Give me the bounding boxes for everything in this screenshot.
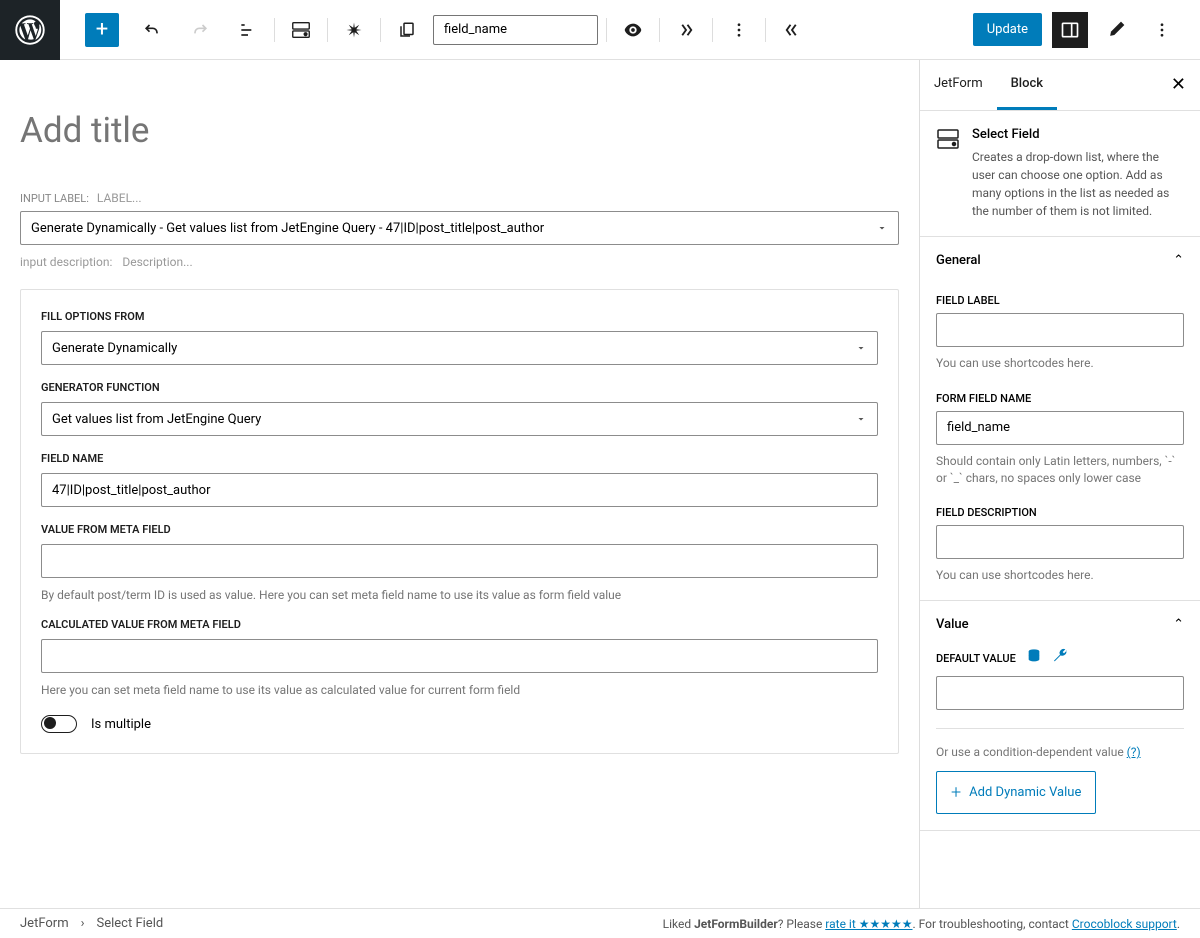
close-sidebar-icon[interactable]: ✕ — [1157, 60, 1200, 110]
field-name-label: Field Name — [41, 452, 878, 465]
calc-value-input[interactable] — [41, 639, 878, 673]
settings-sidebar: JetForm Block ✕ Select Field Creates a d… — [920, 60, 1200, 908]
support-link[interactable]: Crocoblock support — [1072, 917, 1177, 931]
styles-icon[interactable] — [1098, 12, 1134, 48]
chevron-up-icon: ⌃ — [1173, 617, 1184, 632]
condition-help-link[interactable]: (?) — [1127, 745, 1141, 759]
generator-function-select[interactable]: Get values list from JetEngine Query — [41, 402, 878, 436]
add-block-button[interactable]: + — [85, 13, 119, 47]
field-description-label: Field Description — [936, 506, 1184, 519]
block-title: Select Field — [972, 127, 1184, 142]
is-multiple-label: Is multiple — [91, 717, 151, 732]
redo-button[interactable] — [182, 12, 218, 48]
field-label-label: Field Label — [936, 294, 1184, 307]
footer-message: Liked JetFormBuilder? Please rate it ★★★… — [663, 917, 1180, 931]
calc-value-help: Here you can set meta field name to use … — [41, 683, 878, 697]
wp-logo[interactable] — [0, 0, 60, 60]
chevron-right-icon[interactable] — [668, 12, 704, 48]
default-value-input[interactable] — [936, 676, 1184, 710]
tab-jetform[interactable]: JetForm — [920, 60, 997, 110]
value-meta-help: By default post/term ID is used as value… — [41, 588, 878, 602]
database-icon[interactable] — [1026, 648, 1042, 668]
chevron-left-icon[interactable] — [774, 12, 810, 48]
visibility-icon[interactable] — [615, 12, 651, 48]
copy-icon[interactable] — [389, 12, 425, 48]
sidebar-toggle-button[interactable] — [1052, 12, 1088, 48]
top-toolbar: + Update — [0, 0, 1200, 60]
tab-block[interactable]: Block — [997, 60, 1057, 110]
more-options-icon[interactable] — [721, 12, 757, 48]
field-description-input[interactable] — [936, 525, 1184, 559]
form-field-name-label: Form field name — [936, 392, 1184, 405]
calc-value-label: Calculated value from meta field — [41, 618, 878, 631]
more-menu-icon[interactable] — [1144, 12, 1180, 48]
breadcrumb[interactable]: JetForm › Select Field — [20, 916, 163, 931]
is-multiple-toggle[interactable] — [41, 715, 77, 733]
fill-options-label: Fill Options From — [41, 310, 878, 323]
chevron-right-icon: › — [81, 916, 85, 931]
value-meta-label: Value from meta field — [41, 523, 878, 536]
generator-function-label: Generator Function — [41, 381, 878, 394]
input-label-placeholder[interactable]: LABEL... — [97, 191, 142, 205]
chevron-up-icon: ⌃ — [1173, 253, 1184, 268]
post-title-input[interactable] — [20, 110, 899, 151]
add-dynamic-value-button[interactable]: + Add Dynamic Value — [936, 771, 1096, 814]
form-field-name-input[interactable] — [936, 411, 1184, 445]
wrench-icon[interactable] — [1052, 648, 1068, 668]
field-name-toolbar-input[interactable] — [433, 15, 598, 45]
desc-placeholder[interactable]: Description... — [122, 255, 192, 269]
default-value-label: Default Value — [936, 652, 1016, 665]
condition-text: Or use a condition-dependent value (?) — [936, 728, 1184, 759]
block-type-icon[interactable] — [283, 12, 319, 48]
options-panel: Fill Options From Generate Dynamically G… — [20, 289, 899, 754]
value-meta-input[interactable] — [41, 544, 878, 578]
main-select-field[interactable]: Generate Dynamically - Get values list f… — [20, 211, 899, 245]
general-panel-header[interactable]: General ⌃ — [920, 237, 1200, 284]
field-label-help: You can use shortcodes here. — [936, 355, 1184, 372]
desc-prefix: input description: — [20, 255, 112, 269]
rate-link[interactable]: rate it ★★★★★ — [825, 917, 912, 931]
field-description-help: You can use shortcodes here. — [936, 567, 1184, 584]
field-name-input[interactable] — [41, 473, 878, 507]
fill-options-select[interactable]: Generate Dynamically — [41, 331, 878, 365]
form-field-name-help: Should contain only Latin letters, numbe… — [936, 453, 1184, 487]
field-label-input[interactable] — [936, 313, 1184, 347]
value-panel-header[interactable]: Value ⌃ — [920, 601, 1200, 648]
document-overview-button[interactable] — [230, 12, 266, 48]
input-label-prefix: INPUT LABEL: — [20, 192, 89, 205]
block-description: Creates a drop-down list, where the user… — [972, 148, 1184, 220]
update-button[interactable]: Update — [973, 13, 1042, 46]
select-field-icon — [936, 127, 960, 151]
undo-button[interactable] — [134, 12, 170, 48]
editor-footer: JetForm › Select Field Liked JetFormBuil… — [0, 908, 1200, 938]
asterisk-icon[interactable] — [336, 12, 372, 48]
editor-canvas: INPUT LABEL: LABEL... Generate Dynamical… — [0, 60, 920, 908]
